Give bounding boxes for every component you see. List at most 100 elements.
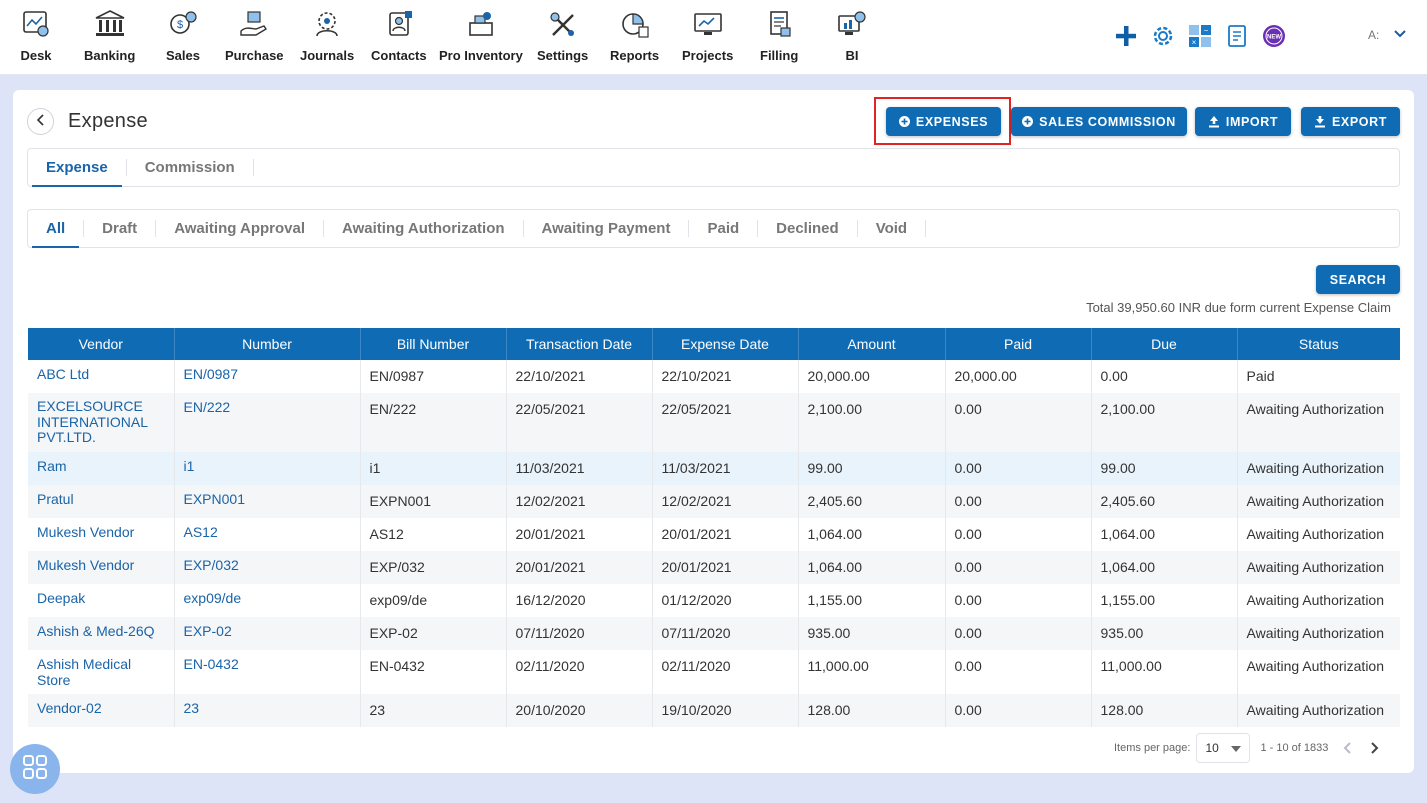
vendor-cell[interactable]: Ashish Medical Store xyxy=(28,650,175,694)
vendor-cell[interactable]: Ashish & Med-26Q xyxy=(28,617,175,650)
column-header-transaction-date[interactable]: Transaction Date xyxy=(506,328,653,360)
vendor-cell[interactable]: EXCELSOURCE INTERNATIONAL PVT.LTD. xyxy=(28,393,175,452)
nav-reports[interactable]: Reports xyxy=(610,6,659,63)
table-row[interactable]: Vendor-02 23 23 20/10/2020 19/10/2020 128.00 0… xyxy=(28,694,1400,727)
tab-divider xyxy=(252,159,254,176)
tab-awaiting-payment[interactable]: Awaiting Payment xyxy=(524,210,689,247)
number-cell[interactable]: AS12 xyxy=(174,518,361,551)
items-per-page-select[interactable]: 10 xyxy=(1196,733,1251,763)
status-cell: Awaiting Authorization xyxy=(1246,658,1385,674)
total-due-text: Total 39,950.60 INR due form current Exp… xyxy=(1086,300,1391,315)
number-cell[interactable]: exp09/de xyxy=(174,584,361,617)
vendor-cell[interactable]: Mukesh Vendor xyxy=(28,518,175,551)
nav-contacts[interactable]: Contacts xyxy=(371,6,427,63)
number-cell[interactable]: i1 xyxy=(174,452,361,485)
number-cell[interactable]: EN-0432 xyxy=(174,650,361,694)
due-cell: 2,100.00 xyxy=(1091,393,1238,452)
number-cell[interactable]: EXP/032 xyxy=(174,551,361,584)
nav-projects[interactable]: Projects xyxy=(682,6,733,63)
add-sales-commission-button[interactable]: SALES COMMISSION xyxy=(1011,107,1187,136)
column-header-expense-date[interactable]: Expense Date xyxy=(652,328,799,360)
expense-date-cell: 22/05/2021 xyxy=(652,393,799,452)
back-button[interactable] xyxy=(27,108,54,135)
bill-number-cell: 23 xyxy=(360,694,507,727)
column-header-bill-number[interactable]: Bill Number xyxy=(360,328,507,360)
tab-commission[interactable]: Commission xyxy=(127,149,253,186)
nav-pro-inventory[interactable]: Pro Inventory xyxy=(439,6,523,63)
tab-expense[interactable]: Expense xyxy=(28,149,126,187)
table-row[interactable]: ABC Ltd EN/0987 EN/0987 22/10/2021 22/10/202… xyxy=(28,360,1400,393)
number-cell[interactable]: EN/0987 xyxy=(174,360,361,393)
table-row[interactable]: Deepak exp09/de exp09/de 16/12/2020 01/12/20… xyxy=(28,584,1400,617)
calculator-icon[interactable]: − × xyxy=(1186,22,1214,50)
vendor-cell[interactable]: Ram xyxy=(28,452,175,485)
due-cell: 1,064.00 xyxy=(1091,551,1238,584)
status-tabs: All Draft Awaiting Approval Awaiting Aut… xyxy=(27,209,1400,248)
number-cell[interactable]: EN/222 xyxy=(174,393,361,452)
bill-number-cell: EXP-02 xyxy=(360,617,507,650)
previous-page-button[interactable] xyxy=(1342,741,1354,755)
number-cell[interactable]: 23 xyxy=(174,694,361,727)
nav-settings[interactable]: Settings xyxy=(537,6,588,63)
nav-filling[interactable]: Filling xyxy=(760,6,798,63)
tab-void[interactable]: Void xyxy=(858,210,925,247)
vendor-cell[interactable]: Vendor-02 xyxy=(28,694,175,727)
number-cell[interactable]: EXPN001 xyxy=(174,485,361,518)
tab-all[interactable]: All xyxy=(28,210,83,248)
tab-paid[interactable]: Paid xyxy=(689,210,757,247)
vendor-cell[interactable]: ABC Ltd xyxy=(28,360,175,393)
bill-number-cell: EN-0432 xyxy=(360,650,507,694)
table-row[interactable]: Ram i1 i1 11/03/2021 11/03/2021 99.00 0.00 99.0… xyxy=(28,452,1400,485)
user-initial: A: xyxy=(1368,28,1380,42)
app-grid-button[interactable] xyxy=(10,744,60,794)
transaction-date-cell: 22/05/2021 xyxy=(506,393,653,452)
tab-awaiting-approval[interactable]: Awaiting Approval xyxy=(156,210,323,247)
add-expenses-button[interactable]: EXPENSES xyxy=(886,107,1001,136)
nav-banking[interactable]: Banking xyxy=(84,6,135,63)
number-cell[interactable]: EXP-02 xyxy=(174,617,361,650)
plus-icon[interactable] xyxy=(1112,22,1140,50)
table-row[interactable]: Mukesh Vendor AS12 AS12 20/01/2021 20/01/202… xyxy=(28,518,1400,551)
transaction-date-cell: 22/10/2021 xyxy=(506,360,653,393)
tab-draft[interactable]: Draft xyxy=(84,210,155,247)
page-range: 1 - 10 of 1833 xyxy=(1260,742,1329,754)
column-header-status[interactable]: Status xyxy=(1237,328,1400,360)
column-header-number[interactable]: Number xyxy=(174,328,361,360)
notes-icon[interactable] xyxy=(1223,22,1251,50)
export-button[interactable]: EXPORT xyxy=(1301,107,1400,136)
expense-date-cell: 07/11/2020 xyxy=(652,617,799,650)
nav-sales[interactable]: $ Sales xyxy=(165,6,201,63)
paid-cell: 0.00 xyxy=(945,551,1092,584)
search-button[interactable]: SEARCH xyxy=(1316,265,1400,294)
column-header-vendor[interactable]: Vendor xyxy=(28,328,175,360)
nav-journals[interactable]: Journals xyxy=(300,6,354,63)
table-row[interactable]: Ashish & Med-26Q EXP-02 EXP-02 07/11/2020 07… xyxy=(28,617,1400,650)
column-header-paid[interactable]: Paid xyxy=(945,328,1092,360)
amount-cell: 935.00 xyxy=(798,617,946,650)
vendor-cell[interactable]: Deepak xyxy=(28,584,175,617)
vendor-cell[interactable]: Pratul xyxy=(28,485,175,518)
tab-awaiting-authorization[interactable]: Awaiting Authorization xyxy=(324,210,523,247)
tab-declined[interactable]: Declined xyxy=(758,210,857,247)
column-header-due[interactable]: Due xyxy=(1091,328,1238,360)
column-header-amount[interactable]: Amount xyxy=(798,328,946,360)
gear-icon[interactable] xyxy=(1149,22,1177,50)
next-page-button[interactable] xyxy=(1368,741,1380,755)
nav-purchase[interactable]: Purchase xyxy=(225,6,284,63)
import-button[interactable]: IMPORT xyxy=(1195,107,1291,136)
table-row[interactable]: Mukesh Vendor EXP/032 EXP/032 20/01/2021 20/… xyxy=(28,551,1400,584)
user-menu[interactable]: A: xyxy=(1368,28,1407,42)
paid-cell: 0.00 xyxy=(945,584,1092,617)
table-row[interactable]: Ashish Medical Store EN-0432 EN-0432 02/11/… xyxy=(28,650,1400,694)
expense-date-cell: 12/02/2021 xyxy=(652,485,799,518)
status-cell: Awaiting Authorization xyxy=(1246,592,1385,608)
table-row[interactable]: Pratul EXPN001 EXPN001 12/02/2021 12/02/2021… xyxy=(28,485,1400,518)
nav-bi[interactable]: BI xyxy=(834,6,870,63)
bill-number-cell: EN/0987 xyxy=(360,360,507,393)
nav-desk[interactable]: Desk xyxy=(18,6,54,63)
plus-circle-icon xyxy=(898,116,910,127)
purchase-icon xyxy=(236,6,272,42)
new-badge-icon[interactable]: NEW xyxy=(1260,22,1288,50)
table-row[interactable]: EXCELSOURCE INTERNATIONAL PVT.LTD. EN/222… xyxy=(28,393,1400,452)
vendor-cell[interactable]: Mukesh Vendor xyxy=(28,551,175,584)
